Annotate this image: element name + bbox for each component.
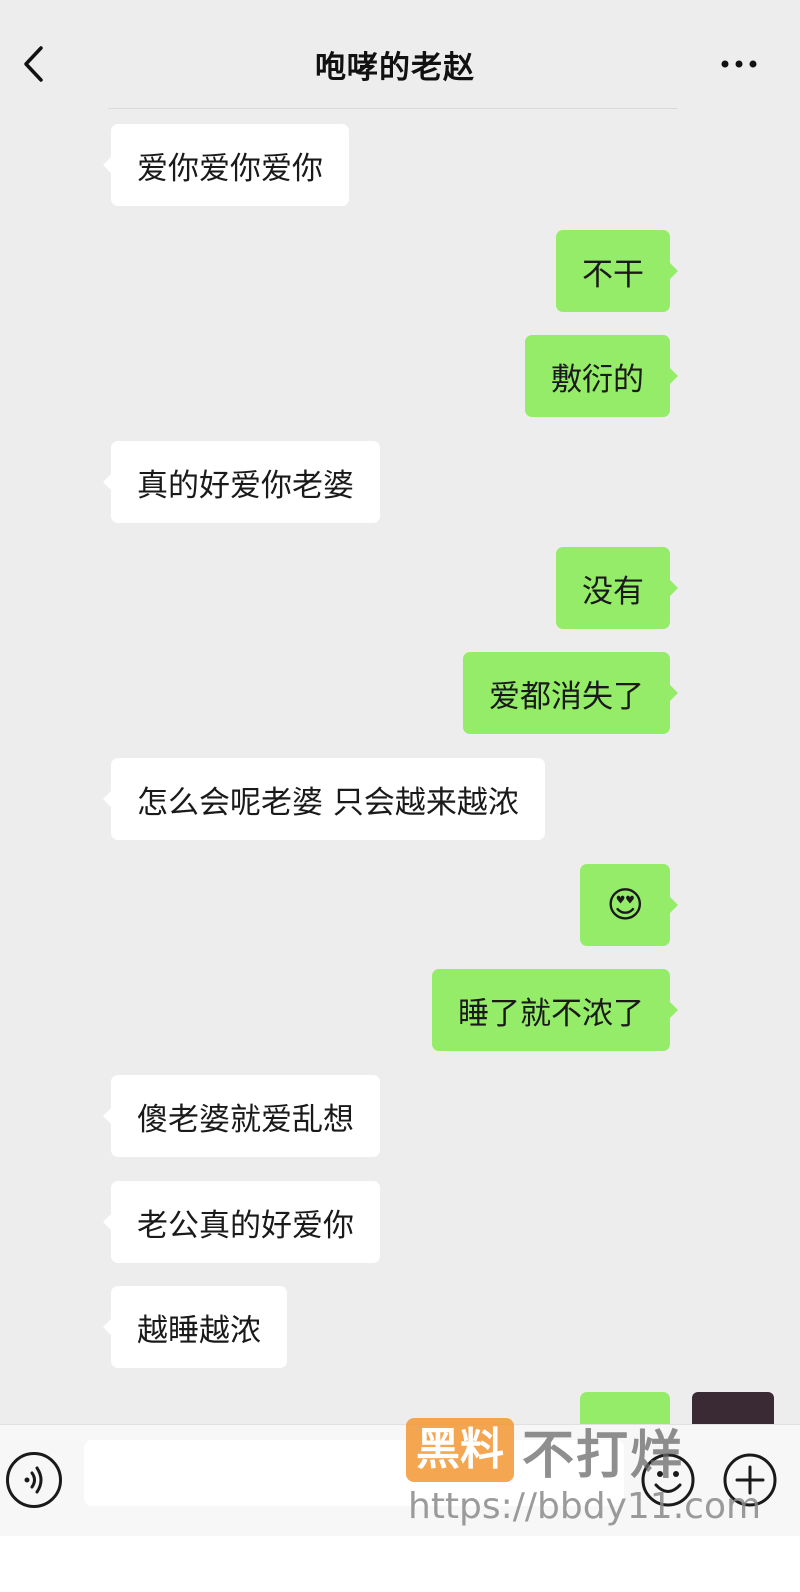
message-sent[interactable]: 不干	[556, 230, 678, 312]
message-received[interactable]: 真的好爱你老婆	[103, 441, 380, 523]
voice-button[interactable]	[6, 1452, 62, 1508]
watermark-brand-box: 黑料	[406, 1418, 514, 1482]
voice-icon	[24, 1466, 43, 1494]
message-sent[interactable]: 没有	[556, 547, 678, 629]
watermark-brand-text: 不打烊	[522, 1425, 685, 1486]
watermark-url: https://bbdy11.com	[408, 1486, 762, 1527]
watermark-logo: 黑料 不打烊	[406, 1416, 684, 1486]
message-received[interactable]: 爱你爱你爱你	[103, 124, 349, 206]
message-received[interactable]: 傻老婆就爱乱想	[103, 1075, 380, 1157]
more-button[interactable]	[716, 46, 762, 82]
message-sent-emoji[interactable]: 😍	[580, 864, 678, 946]
ellipsis-icon	[721, 60, 757, 68]
header-divider	[108, 108, 678, 109]
message-sent[interactable]: 敷衍的	[525, 335, 678, 417]
message-received[interactable]: 怎么会呢老婆 只会越来越浓	[103, 758, 545, 840]
message-sent[interactable]: 睡了就不浓了	[432, 969, 678, 1051]
message-received[interactable]: 老公真的好爱你	[103, 1181, 380, 1263]
message-received[interactable]: 越睡越浓	[103, 1286, 287, 1368]
bottom-safe-area	[0, 1536, 800, 1592]
chat-title: 咆哮的老赵	[315, 50, 475, 86]
message-sent[interactable]: 爱都消失了	[463, 652, 678, 734]
chat-header: 咆哮的老赵	[0, 0, 800, 108]
